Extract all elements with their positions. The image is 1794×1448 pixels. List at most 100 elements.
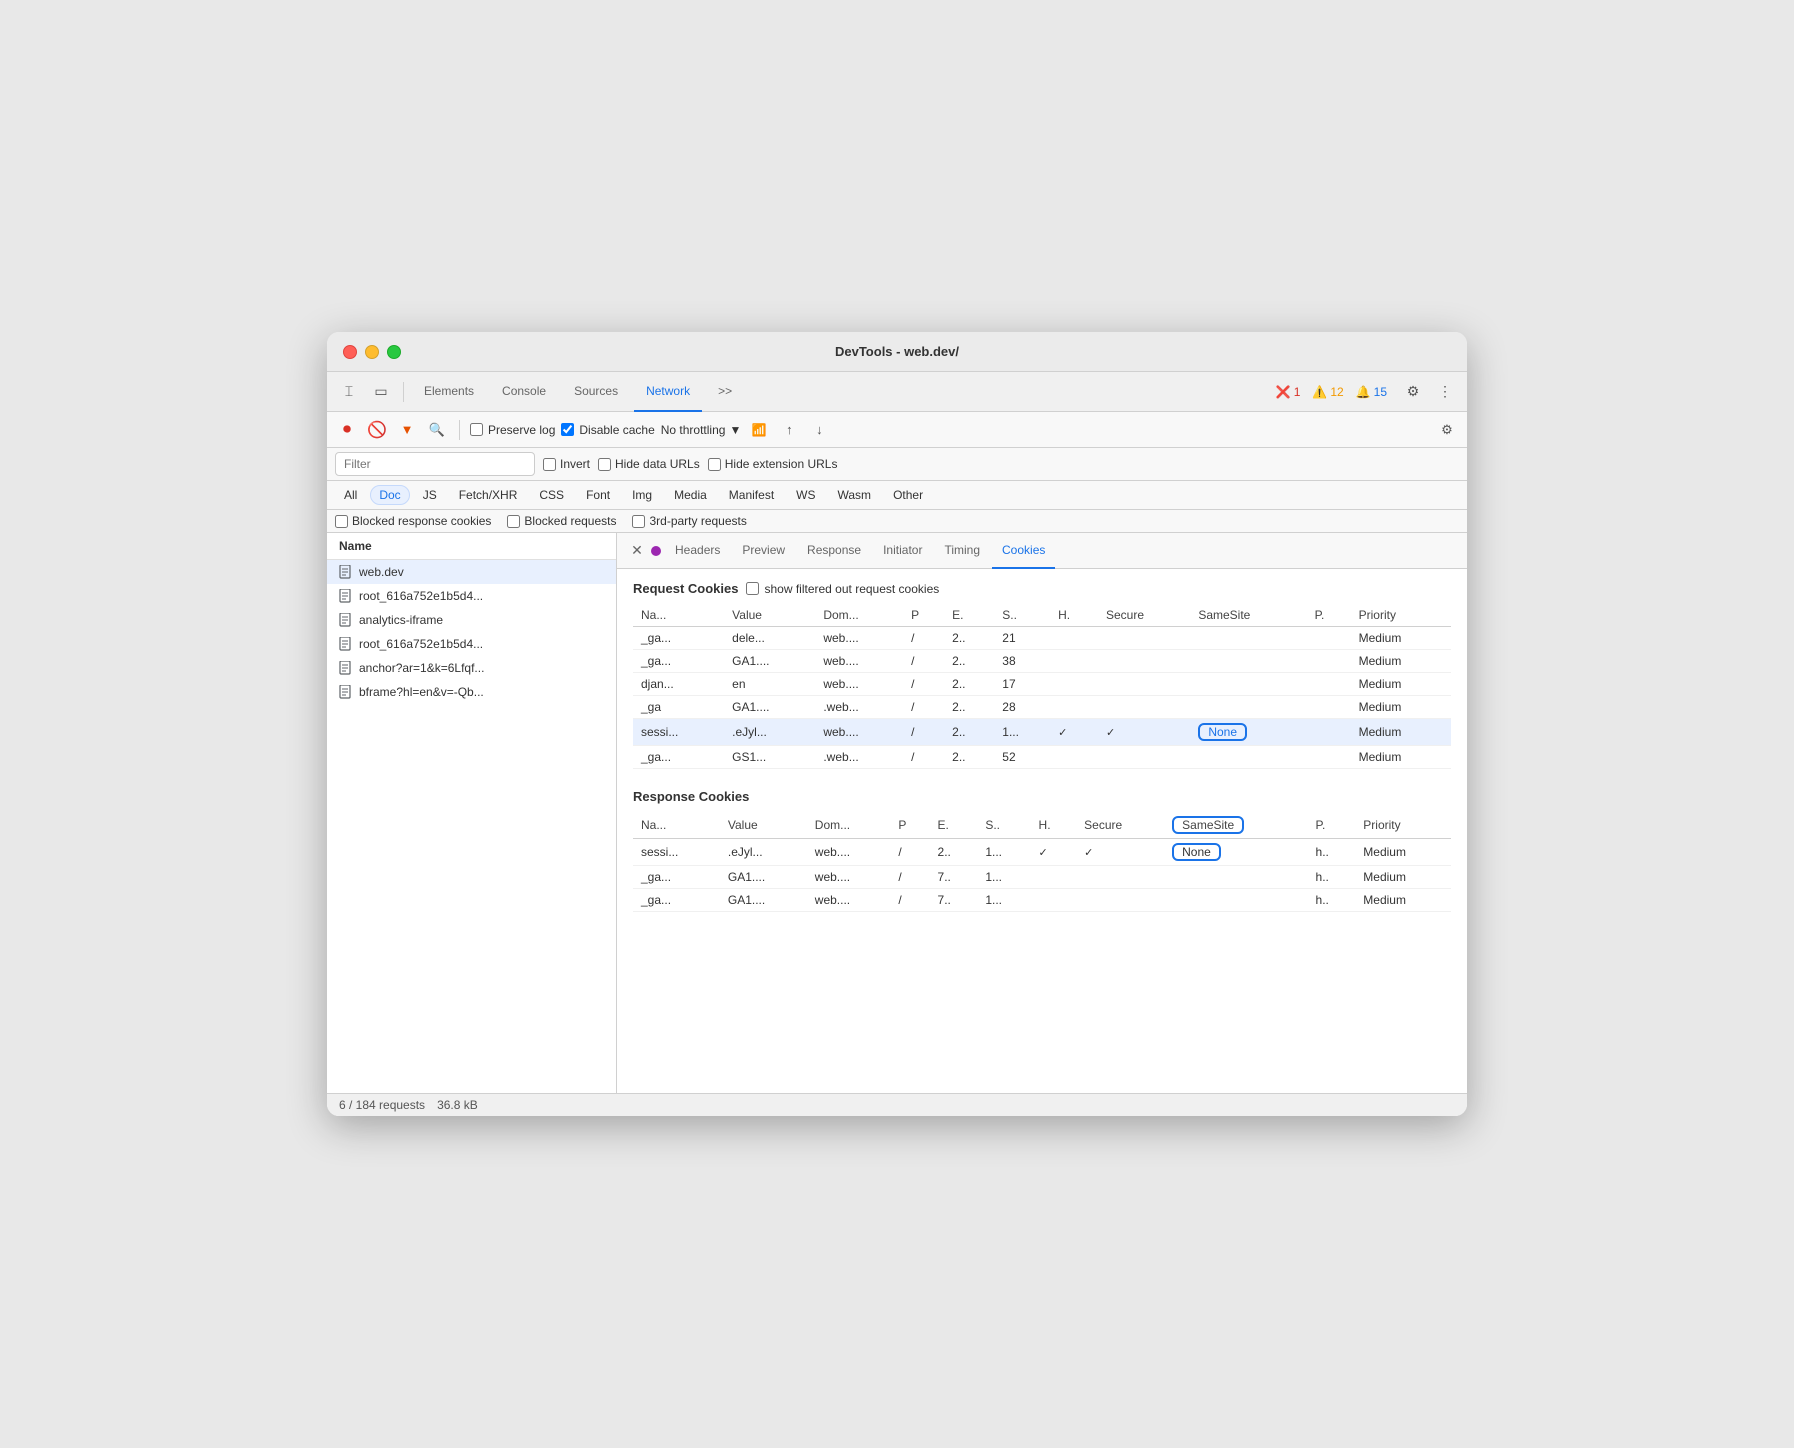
list-item[interactable]: web.dev [327,560,616,584]
type-filter-js[interactable]: JS [414,485,446,505]
invert-checkbox[interactable]: Invert [543,457,590,471]
blocked-response-cookies[interactable]: Blocked response cookies [335,514,491,528]
cell-secure [1076,866,1164,889]
type-filter-fetch[interactable]: Fetch/XHR [450,485,527,505]
type-filter-ws[interactable]: WS [787,485,824,505]
device-icon[interactable]: ▭ [367,378,395,406]
type-filter-font[interactable]: Font [577,485,619,505]
cell-value: .eJyl... [720,839,807,866]
close-button[interactable] [343,345,357,359]
download-icon[interactable]: ↓ [807,418,831,442]
cell-secure [1098,746,1190,769]
table-row[interactable]: _ga... GS1... .web... / 2.. 52 Mediu [633,746,1451,769]
cell-value: dele... [724,627,815,650]
type-filter-all[interactable]: All [335,485,366,505]
cell-secure: ✓ [1098,719,1190,746]
preserve-log-checkbox[interactable]: Preserve log [470,423,555,437]
error-count: 1 [1294,385,1301,399]
cell-value: GS1... [724,746,815,769]
cell-samesite: None [1164,839,1307,866]
cell-expires: 2.. [944,696,994,719]
cell-name: _ga... [633,627,724,650]
cell-priority: Medium [1355,889,1451,912]
table-row[interactable]: sessi... .eJyl... web.... / 2.. 1... ✓ ✓… [633,839,1451,866]
list-item[interactable]: root_616a752e1b5d4... [327,632,616,656]
table-row[interactable]: _ga... GA1.... web.... / 7.. 1... h.. [633,889,1451,912]
tab-cookies[interactable]: Cookies [992,533,1055,569]
type-filter-media[interactable]: Media [665,485,716,505]
cell-domain: web.... [815,719,903,746]
col-secure: Secure [1076,812,1164,839]
list-item-name: root_616a752e1b5d4... [359,589,604,603]
tab-initiator[interactable]: Initiator [873,533,932,569]
record-button[interactable]: ⏺ [335,418,359,442]
throttle-selector[interactable]: No throttling ▼ [661,423,742,437]
col-value: Value [720,812,807,839]
table-row[interactable]: _ga... GA1.... web.... / 2.. 38 Medi [633,650,1451,673]
type-filter-wasm[interactable]: Wasm [829,485,881,505]
document-icon [339,589,353,603]
table-row[interactable]: _ga GA1.... .web... / 2.. 28 Medium [633,696,1451,719]
tab-network[interactable]: Network [634,372,702,412]
cell-secure [1098,673,1190,696]
table-row[interactable]: djan... en web.... / 2.. 17 Medium [633,673,1451,696]
cell-priority: Medium [1351,746,1451,769]
cell-secure: ✓ [1076,839,1164,866]
list-item[interactable]: anchor?ar=1&k=6Lfqf... [327,656,616,680]
show-filtered-checkbox[interactable]: show filtered out request cookies [746,582,939,596]
table-row[interactable]: _ga... dele... web.... / 2.. 21 Medi [633,627,1451,650]
cursor-icon[interactable]: ⌶ [335,378,363,406]
cell-priority: Medium [1351,696,1451,719]
cell-expires: 2.. [944,673,994,696]
tab-preview[interactable]: Preview [732,533,795,569]
disable-cache-input[interactable] [561,423,574,436]
warning-badge: ⚠️ 12 [1312,385,1343,399]
list-item[interactable]: root_616a752e1b5d4... [327,584,616,608]
type-filter-manifest[interactable]: Manifest [720,485,783,505]
maximize-button[interactable] [387,345,401,359]
type-filter-doc[interactable]: Doc [370,485,409,505]
size-info: 36.8 kB [437,1098,478,1112]
network-settings-icon[interactable]: ⚙ [1435,418,1459,442]
settings-icon[interactable]: ⚙ [1399,378,1427,406]
cell-partition [1307,719,1351,746]
cell-path: / [903,627,944,650]
search-icon[interactable]: 🔍 [425,418,449,442]
disable-cache-checkbox[interactable]: Disable cache [561,423,654,437]
tab-sources[interactable]: Sources [562,372,630,412]
table-header-row: Na... Value Dom... P E. S.. H. Secure Sa… [633,812,1451,839]
more-menu-icon[interactable]: ⋮ [1431,378,1459,406]
cell-name: _ga... [633,746,724,769]
filter-input[interactable] [335,452,535,476]
wifi-icon[interactable]: 📶 [747,418,771,442]
cell-expires: 2.. [944,627,994,650]
minimize-button[interactable] [365,345,379,359]
tab-headers[interactable]: Headers [665,533,730,569]
table-row[interactable]: sessi... .eJyl... web.... / 2.. 1... ✓ ✓… [633,719,1451,746]
type-filter-css[interactable]: CSS [530,485,573,505]
filter-bar: Invert Hide data URLs Hide extension URL… [327,448,1467,481]
close-detail-button[interactable]: ✕ [625,539,649,563]
cell-priority: Medium [1355,839,1451,866]
tab-console[interactable]: Console [490,372,558,412]
tab-response[interactable]: Response [797,533,871,569]
tab-timing[interactable]: Timing [934,533,990,569]
tab-elements[interactable]: Elements [412,372,486,412]
upload-icon[interactable]: ↑ [777,418,801,442]
cell-samesite: None [1190,719,1306,746]
hide-extension-urls-checkbox[interactable]: Hide extension URLs [708,457,838,471]
type-filter-other[interactable]: Other [884,485,932,505]
list-item[interactable]: analytics-iframe [327,608,616,632]
clear-button[interactable]: 🚫 [365,418,389,442]
filter-icon[interactable]: ▼ [395,418,419,442]
hide-data-urls-checkbox[interactable]: Hide data URLs [598,457,700,471]
preserve-log-input[interactable] [470,423,483,436]
list-item[interactable]: bframe?hl=en&v=-Qb... [327,680,616,704]
cell-path: / [903,650,944,673]
cell-httponly [1050,746,1098,769]
third-party-requests[interactable]: 3rd-party requests [632,514,746,528]
table-row[interactable]: _ga... GA1.... web.... / 7.. 1... h.. [633,866,1451,889]
type-filter-img[interactable]: Img [623,485,661,505]
tab-more[interactable]: >> [706,372,744,412]
blocked-requests[interactable]: Blocked requests [507,514,616,528]
